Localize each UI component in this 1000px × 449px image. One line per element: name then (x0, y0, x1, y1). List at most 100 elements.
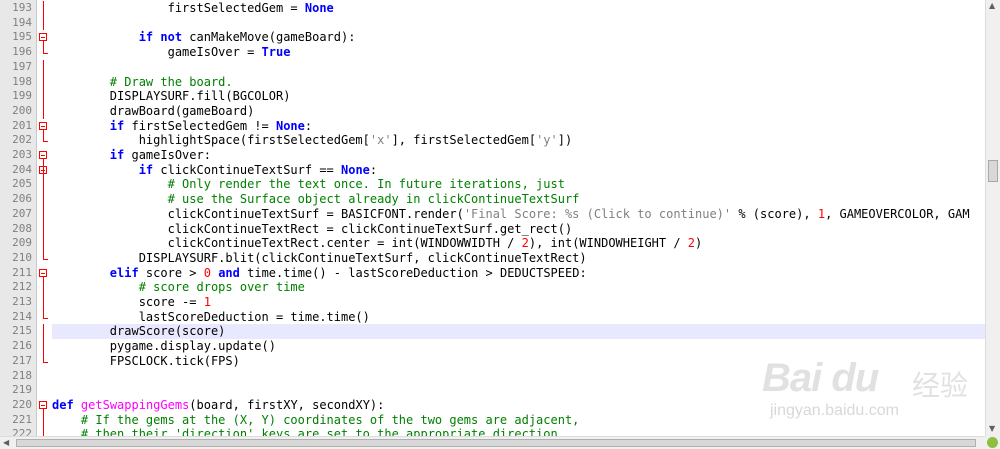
code-line[interactable]: 207 clickContinueTextSurf = BASICFONT.re… (0, 207, 985, 222)
code-text[interactable]: clickContinueTextSurf = BASICFONT.render… (52, 207, 970, 222)
code-line[interactable]: 213 score -= 1 (0, 295, 985, 310)
code-line[interactable]: 208 clickContinueTextRect = clickContinu… (0, 222, 985, 237)
fold-guide-line (43, 159, 44, 259)
code-text[interactable]: gameIsOver = True (52, 45, 291, 60)
fold-guide-line (43, 324, 44, 362)
line-number: 212 (12, 280, 32, 294)
code-line[interactable]: 218 (0, 369, 985, 384)
line-number: 196 (12, 45, 32, 59)
line-number: 222 (12, 427, 32, 436)
line-number: 211 (12, 265, 32, 279)
fold-end-marker (43, 53, 48, 55)
line-number: 194 (12, 15, 32, 29)
code-line[interactable]: 217 FPSCLOCK.tick(FPS) (0, 354, 985, 369)
code-text[interactable]: lastScoreDeduction = time.time() (52, 310, 370, 325)
code-line[interactable]: 203 if gameIsOver: (0, 148, 985, 163)
fold-toggle-icon[interactable] (39, 33, 47, 42)
code-text[interactable]: DISPLAYSURF.fill(BGCOLOR) (52, 89, 291, 104)
code-line[interactable]: 210 DISPLAYSURF.blit(clickContinueTextSu… (0, 251, 985, 266)
line-number: 200 (12, 103, 32, 117)
horizontal-scrollbar[interactable]: ◀ (0, 436, 985, 449)
code-line[interactable]: 221 # If the gems at the (X, Y) coordina… (0, 413, 985, 428)
code-text[interactable]: clickContinueTextRect = clickContinueTex… (52, 222, 573, 237)
code-line[interactable]: 222 # then their 'direction' keys are se… (0, 427, 985, 436)
scrollbar-corner (985, 436, 1000, 449)
line-number: 198 (12, 74, 32, 88)
code-line[interactable]: 214 lastScoreDeduction = time.time() (0, 310, 985, 325)
code-line[interactable]: 202 highlightSpace(firstSelectedGem['x']… (0, 133, 985, 148)
line-number: 217 (12, 353, 32, 367)
code-text[interactable]: FPSCLOCK.tick(FPS) (52, 354, 240, 369)
fold-guide-line (43, 276, 44, 318)
line-number: 204 (12, 162, 32, 176)
vertical-scroll-thumb[interactable] (988, 160, 998, 182)
status-icon (987, 437, 998, 448)
line-number: 202 (12, 133, 32, 147)
fold-toggle-icon[interactable] (39, 268, 47, 277)
scroll-up-arrow-icon[interactable]: ▲ (989, 1, 995, 11)
line-number: 208 (12, 221, 32, 235)
code-text[interactable]: elif score > 0 and time.time() - lastSco… (52, 266, 587, 281)
code-text[interactable]: highlightSpace(firstSelectedGem['x'], fi… (52, 133, 573, 148)
code-line[interactable]: 205 # Only render the text once. In futu… (0, 177, 985, 192)
code-line[interactable]: 201 if firstSelectedGem != None: (0, 119, 985, 134)
scroll-left-arrow-icon[interactable]: ◀ (3, 438, 9, 448)
code-text[interactable]: # Only render the text once. In future i… (52, 177, 565, 192)
code-line[interactable]: 220 def getSwappingGems(board, firstXY, s… (0, 398, 985, 413)
line-number: 197 (12, 59, 32, 73)
code-text[interactable]: # If the gems at the (X, Y) coordinates … (52, 413, 580, 428)
fold-guide-line (43, 1, 44, 31)
line-number: 219 (12, 383, 32, 397)
code-text[interactable]: # use the Surface object already in clic… (52, 192, 580, 207)
code-line[interactable]: 206 # use the Surface object already in … (0, 192, 985, 207)
code-text[interactable]: DISPLAYSURF.blit(clickContinueTextSurf, … (52, 251, 587, 266)
fold-toggle-icon[interactable] (39, 121, 47, 130)
code-text[interactable]: score -= 1 (52, 295, 211, 310)
code-line[interactable]: 197 (0, 60, 985, 75)
code-text[interactable]: drawBoard(gameBoard) (52, 104, 255, 119)
line-number: 220 (12, 397, 32, 411)
code-text[interactable]: if not canMakeMove(gameBoard): (52, 30, 356, 45)
code-text[interactable]: firstSelectedGem = None (52, 1, 334, 16)
code-text[interactable]: clickContinueTextRect.center = int(WINDO… (52, 236, 703, 251)
code-line[interactable]: 209 clickContinueTextRect.center = int(W… (0, 236, 985, 251)
code-line[interactable]: 196 gameIsOver = True (0, 45, 985, 60)
code-text[interactable]: # then their 'direction' keys are set to… (52, 427, 558, 436)
code-line[interactable]: 200 drawBoard(gameBoard) (0, 104, 985, 119)
code-text[interactable]: if clickContinueTextSurf == None: (52, 163, 377, 178)
fold-toggle-icon[interactable] (39, 400, 47, 409)
code-text[interactable]: def getSwappingGems(board, firstXY, seco… (52, 398, 384, 413)
scroll-down-arrow-icon[interactable]: ▼ (989, 424, 995, 434)
code-line[interactable]: 199 DISPLAYSURF.fill(BGCOLOR) (0, 89, 985, 104)
code-line[interactable]: 219 (0, 383, 985, 398)
code-text[interactable]: # score drops over time (52, 280, 305, 295)
code-editor[interactable]: 193 firstSelectedGem = None 194 195 if not… (0, 0, 985, 436)
fold-guide-line (43, 408, 44, 436)
code-line[interactable]: 193 firstSelectedGem = None (0, 1, 985, 16)
line-number: 207 (12, 206, 32, 220)
code-line[interactable]: 204 if clickContinueTextSurf == None: (0, 163, 985, 178)
line-number: 214 (12, 309, 32, 323)
line-number: 203 (12, 148, 32, 161)
fold-toggle-icon[interactable] (39, 151, 47, 159)
code-text[interactable]: drawScore(score) (52, 324, 226, 339)
vertical-scrollbar[interactable]: ▲ ▼ (985, 0, 1000, 436)
code-text[interactable]: # Draw the board. (52, 75, 233, 90)
fold-end-marker (43, 258, 48, 260)
line-number: 218 (12, 368, 32, 382)
code-text[interactable]: if gameIsOver: (52, 148, 211, 163)
horizontal-scroll-thumb[interactable] (16, 439, 976, 447)
line-number: 215 (12, 324, 32, 338)
code-line[interactable]: 215 drawScore(score) (0, 324, 985, 340)
code-line[interactable]: 194 (0, 16, 985, 31)
code-line[interactable]: 212 # score drops over time (0, 280, 985, 295)
code-line[interactable]: 211 elif score > 0 and time.time() - las… (0, 266, 985, 281)
code-text[interactable]: pygame.display.update() (52, 339, 276, 354)
fold-end-marker (43, 317, 48, 319)
code-line[interactable]: 195 if not canMakeMove(gameBoard): (0, 30, 985, 45)
line-number: 216 (12, 339, 32, 353)
code-line[interactable]: 198 # Draw the board. (0, 75, 985, 90)
code-line[interactable]: 216 pygame.display.update() (0, 339, 985, 354)
line-number: 201 (12, 118, 32, 132)
code-text[interactable]: if firstSelectedGem != None: (52, 119, 312, 134)
